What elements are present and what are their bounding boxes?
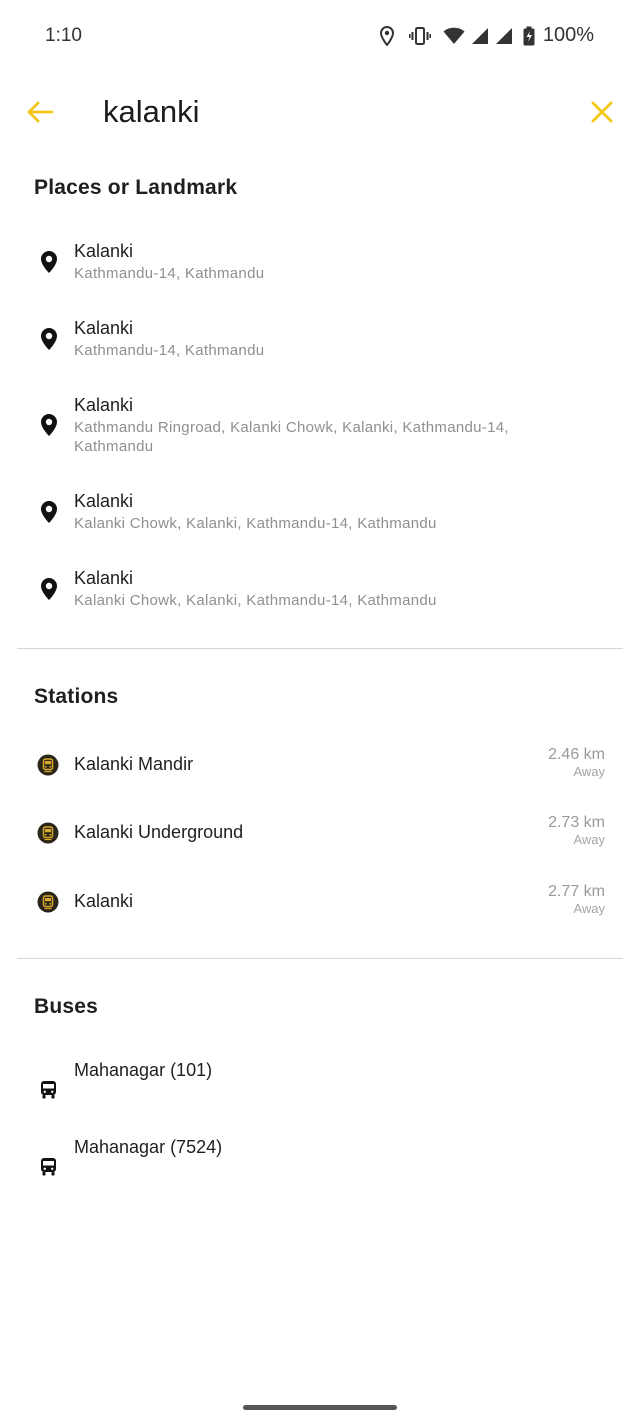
distance-away-label: Away [573,832,605,847]
buses-section-title: Buses [34,995,99,1018]
battery-percentage: 100% [542,24,594,46]
bus-icon [41,1158,56,1176]
map-pin-icon [41,328,57,350]
signal-icon [495,27,513,45]
stations-section-title: Stations [34,685,119,708]
place-result-item[interactable]: Kalanki Kalanki Chowk, Kalanki, Kathmand… [0,568,640,628]
place-name: Kalanki [74,491,134,511]
station-name: Kalanki Mandir [74,754,194,774]
distance-value: 2.77 km [548,883,605,900]
bus-icon [41,1081,56,1099]
station-distance: 2.77 km Away [548,883,605,916]
place-address: Kalanki Chowk, Kalanki, Kathmandu-14, Ka… [74,592,437,609]
map-pin-icon [41,414,57,436]
place-address: Kathmandu-14, Kathmandu [74,342,265,359]
signal-icon [471,27,489,45]
clear-search-button[interactable] [584,94,620,130]
map-pin-icon [41,501,57,523]
back-button[interactable] [22,94,58,130]
status-icons: 100% [379,24,594,47]
battery-icon [523,26,535,46]
place-name: Kalanki [74,568,134,588]
bus-route-name: Mahanagar (7524) [74,1137,223,1157]
place-name: Kalanki [74,241,134,261]
train-icon [37,754,59,776]
status-time: 1:10 [45,25,82,46]
place-result-item[interactable]: Kalanki Kalanki Chowk, Kalanki, Kathmand… [0,491,640,551]
station-result-item[interactable]: Kalanki 2.77 km Away [0,872,640,932]
map-pin-icon [41,251,57,273]
distance-value: 2.73 km [548,814,605,831]
distance-away-label: Away [573,901,605,916]
station-result-item[interactable]: Kalanki Mandir 2.46 km Away [0,735,640,795]
station-distance: 2.46 km Away [548,746,605,779]
place-name: Kalanki [74,395,134,415]
station-result-item[interactable]: Kalanki Underground 2.73 km Away [0,803,640,863]
close-icon [591,101,613,123]
distance-away-label: Away [573,764,605,779]
bus-route-name: Mahanagar (101) [74,1060,213,1080]
place-result-item[interactable]: Kalanki Kathmandu Ringroad, Kalanki Chow… [0,395,640,475]
section-divider [17,958,623,959]
section-divider [17,648,623,649]
place-result-item[interactable]: Kalanki Kathmandu-14, Kathmandu [0,318,640,378]
place-result-item[interactable]: Kalanki Kathmandu-14, Kathmandu [0,241,640,301]
location-icon [379,25,395,46]
distance-value: 2.46 km [548,746,605,763]
train-icon [37,822,59,844]
arrow-left-icon [27,101,54,123]
vibrate-icon [408,26,431,45]
bus-result-item[interactable]: Mahanagar (101) [0,1060,640,1120]
place-address: Kalanki Chowk, Kalanki, Kathmandu-14, Ka… [74,515,437,532]
places-section-title: Places or Landmark [34,176,238,199]
bus-result-item[interactable]: Mahanagar (7524) [0,1137,640,1197]
home-indicator[interactable] [243,1405,397,1410]
place-name: Kalanki [74,318,134,338]
train-icon [37,891,59,913]
search-header [0,72,640,154]
map-pin-icon [41,578,57,600]
station-distance: 2.73 km Away [548,814,605,847]
station-name: Kalanki [74,891,134,911]
station-name: Kalanki Underground [74,822,244,842]
wifi-icon [443,27,465,45]
search-results-screen: 1:10 100% kalanki Places or Landmark Kal… [0,0,640,1425]
search-input[interactable] [103,90,563,134]
place-address: Kathmandu Ringroad, Kalanki Chowk, Kalan… [74,419,509,455]
place-address: Kathmandu-14, Kathmandu [74,265,265,282]
status-bar: 1:10 100% [0,0,640,72]
